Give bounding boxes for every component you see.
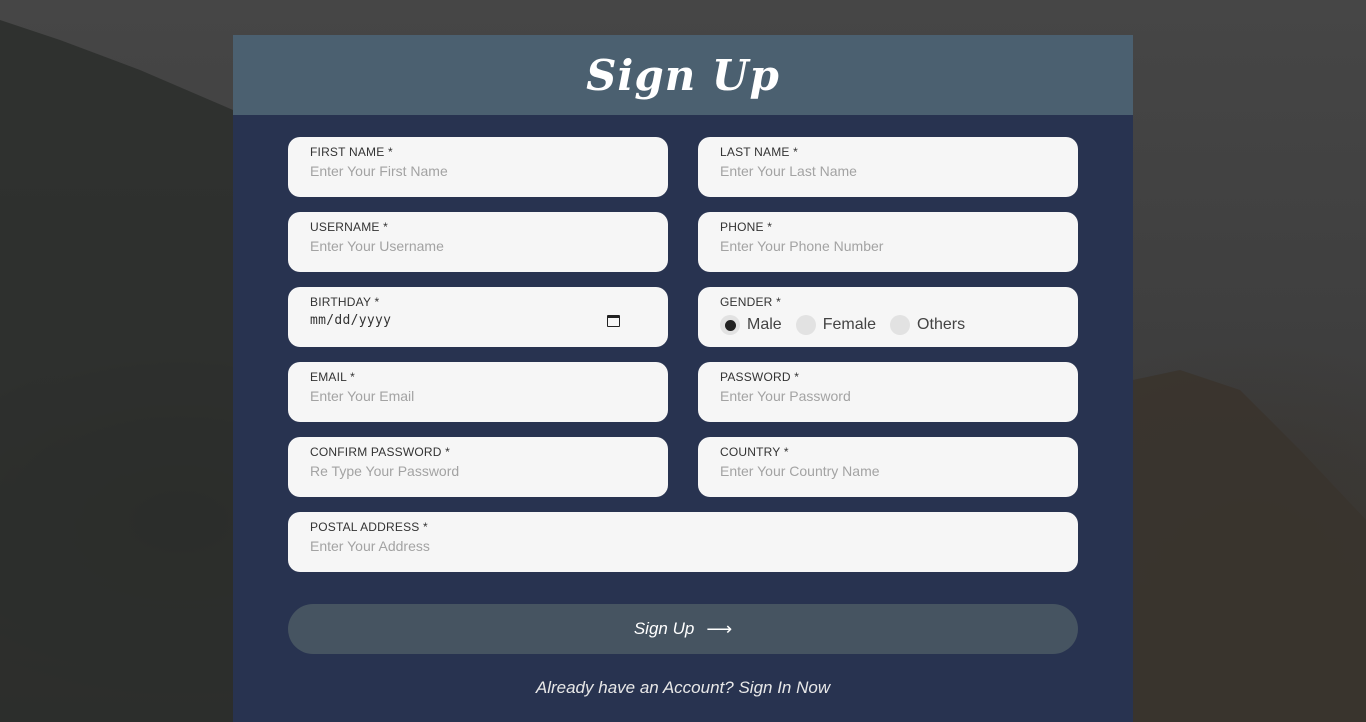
page-title: Sign Up [586,50,780,100]
first-name-field[interactable]: FIRST NAME * [288,137,668,197]
signin-prompt-text: Already have an Account? [535,678,734,697]
signin-link[interactable]: Sign In Now [738,678,830,697]
gender-option-others[interactable]: Others [890,315,965,335]
arrow-right-icon: ⟶ [706,618,733,639]
postal-address-input[interactable] [310,537,1056,555]
gender-option-label: Male [747,316,782,333]
confirm-password-label: CONFIRM PASSWORD * [310,445,451,459]
country-input[interactable] [720,462,1056,480]
email-field[interactable]: EMAIL * [288,362,668,422]
phone-field[interactable]: PHONE * [698,212,1078,272]
birthday-label: BIRTHDAY * [310,295,380,309]
email-input[interactable] [310,387,646,405]
calendar-icon[interactable] [607,314,620,327]
username-label: USERNAME * [310,220,389,234]
country-label: COUNTRY * [720,445,789,459]
birthday-field[interactable]: BIRTHDAY * mm/dd/yyyy [288,287,668,347]
postal-address-field[interactable]: POSTAL ADDRESS * [288,512,1078,572]
last-name-label: LAST NAME * [720,145,799,159]
signin-prompt: Already have an Account? Sign In Now [233,678,1133,698]
email-label: EMAIL * [310,370,355,384]
gender-option-label: Female [822,316,877,333]
gender-option-male[interactable]: Male [720,315,782,335]
radio-button-female[interactable] [795,315,816,335]
confirm-password-field[interactable]: CONFIRM PASSWORD * [288,437,668,497]
last-name-field[interactable]: LAST NAME * [698,137,1078,197]
password-input[interactable] [720,387,1056,405]
gender-option-label: Others [917,316,966,333]
first-name-input[interactable] [310,162,646,180]
radio-button-male[interactable] [720,315,740,335]
password-label: PASSWORD * [720,370,800,384]
postal-address-label: POSTAL ADDRESS * [310,520,428,534]
gender-field: GENDER * Male Female Others [698,287,1078,347]
username-input[interactable] [310,237,646,255]
gender-option-female[interactable]: Female [795,315,877,335]
phone-input[interactable] [720,237,1056,255]
gender-label: GENDER * [720,295,781,309]
birthday-input[interactable]: mm/dd/yyyy [310,313,646,328]
signup-card: Sign Up FIRST NAME * LAST NAME * USERNAM… [233,35,1133,722]
confirm-password-input[interactable] [310,462,646,480]
password-field[interactable]: PASSWORD * [698,362,1078,422]
username-field[interactable]: USERNAME * [288,212,668,272]
phone-label: PHONE * [720,220,773,234]
card-header: Sign Up [233,35,1133,115]
signup-button-label: Sign Up [633,619,695,638]
gender-radio-group: Male Female Others [720,315,1056,335]
last-name-input[interactable] [720,162,1056,180]
first-name-label: FIRST NAME * [310,145,393,159]
birthday-value: mm/dd/yyyy [310,313,392,328]
country-field[interactable]: COUNTRY * [698,437,1078,497]
radio-button-others[interactable] [890,315,911,335]
signup-button[interactable]: Sign Up ⟶ [288,604,1078,654]
